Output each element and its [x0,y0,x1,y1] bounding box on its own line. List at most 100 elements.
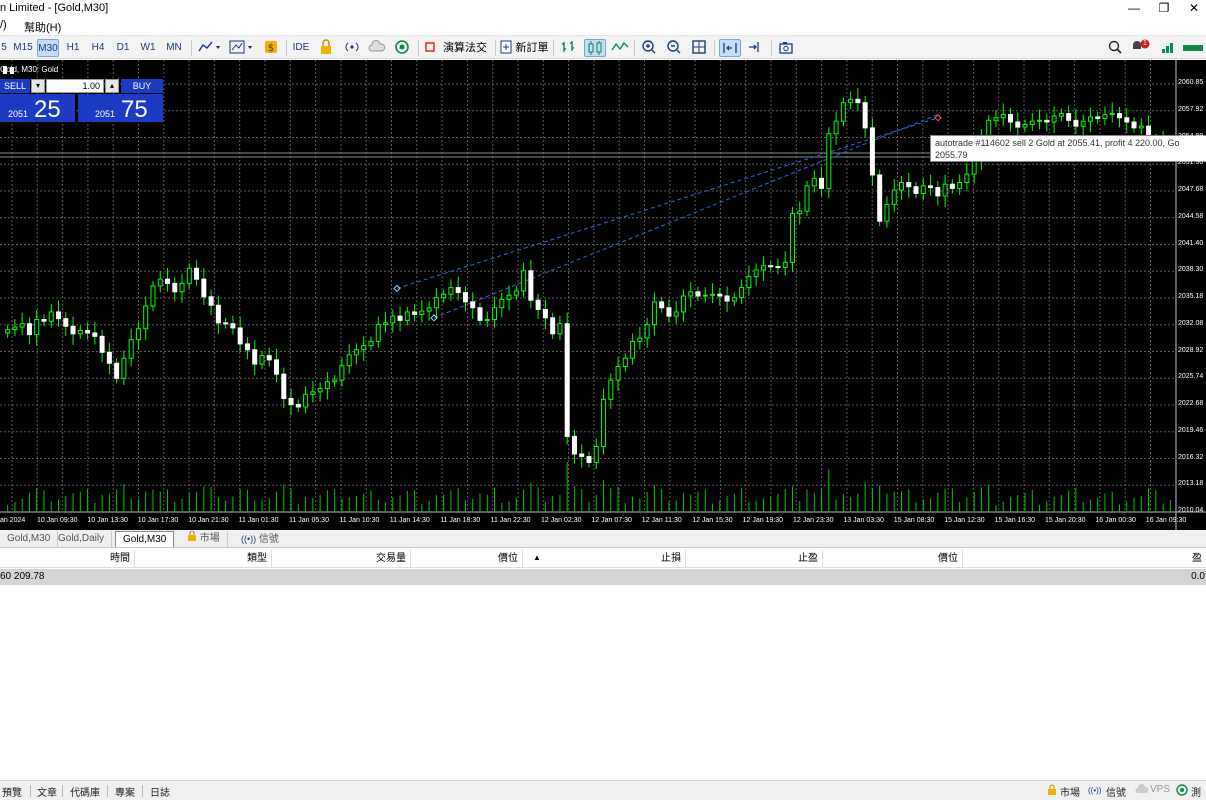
algo-trading-button[interactable]: 演算法交易 [439,39,491,72]
candle-body [252,349,258,365]
candle-body [826,133,832,189]
candle-body [106,351,112,364]
lock-icon[interactable] [318,39,334,57]
lot-decrease-icon[interactable]: ▾ [31,79,45,93]
zoom-in-icon[interactable] [640,39,658,57]
dollar-icon[interactable]: $ [262,39,280,57]
price-chart[interactable]: Gold, M30: Gold SELL ▾ 1.00 ▴ BUY 2051 2… [0,60,1206,530]
tab-signals[interactable]: ((•)) 信號 [234,531,286,547]
candle-body [717,293,723,297]
buy-price-box[interactable]: 2051 75 [78,94,163,123]
candle-body [666,307,672,317]
column-price[interactable]: 價位 [411,550,523,568]
column-type[interactable]: 類型 [135,550,272,568]
sell-price-prefix: 2051 [8,109,29,119]
candle-body [724,295,730,302]
column-time[interactable]: 時間 [0,550,135,568]
timeframe-d1[interactable]: D1 [114,39,132,57]
time-axis-label: 12 Jan 07:30 [591,517,632,524]
timeframe-w1[interactable]: W1 [139,39,157,57]
zoom-out-icon[interactable] [665,39,683,57]
tab-market[interactable]: 市場 [180,530,228,547]
status-market[interactable]: 市場 [1060,784,1080,799]
menu-item-help[interactable]: 幫助(H) [24,19,61,35]
timeframe-m15[interactable]: M15 [12,39,34,57]
price-axis-label: 2032.08 [1178,319,1204,327]
candle-body [710,293,716,296]
candle-body [303,393,309,408]
status-market-icon [1047,784,1057,798]
candlestick-icon[interactable] [584,39,606,57]
candle-body [1087,116,1093,122]
time-axis-label: 12 Jan 11:30 [641,517,682,524]
candle-body [550,317,556,335]
new-order-button[interactable]: 新訂單 [515,39,549,57]
candle-body [332,379,338,383]
status-separator [107,785,108,797]
candle-body [811,177,817,187]
column-volume[interactable]: 交易量 [272,550,411,568]
tab-gold-daily[interactable]: Gold,Daily [51,531,113,547]
auto-scroll-icon[interactable] [719,39,741,57]
screenshot-icon[interactable] [777,39,795,57]
candle-body [135,328,141,341]
candle-body [1022,124,1028,128]
time-axis-label: 15 Jan 12:30 [944,517,985,524]
cloud-icon[interactable] [367,39,387,57]
tab-gold-m30-active[interactable]: Gold,M30 [115,531,175,547]
status-tab-journal[interactable]: 日誌 [150,784,170,799]
line-chart-icon[interactable] [610,39,630,57]
timeframe-h1[interactable]: H1 [64,39,82,57]
time-axis-label: 16 Jan 00:30 [1095,517,1136,524]
status-vps[interactable]: VPS [1150,784,1170,795]
candle-body [695,291,701,297]
new-order-icon[interactable] [499,39,513,57]
time-axis-label: 15 Jan 08:30 [893,517,935,524]
candle-body [433,297,439,309]
sell-price-box[interactable]: 2051 25 [0,94,75,123]
indicators-icon[interactable] [228,39,256,57]
status-tab-articles[interactable]: 文章 [37,784,57,799]
status-signals[interactable]: 信號 [1106,784,1126,799]
candlestick-chart-svg [0,60,1206,530]
chart-type-icon[interactable] [197,39,223,57]
candle-body [397,315,403,321]
chart-shift-icon[interactable] [745,39,765,57]
tile-windows-icon[interactable] [690,39,708,57]
status-tab-projects[interactable]: 專案 [115,784,135,799]
account-level-icon[interactable] [1160,39,1176,57]
column-stop-loss[interactable]: 止損 [549,550,686,568]
ide-button[interactable]: IDE [292,39,310,57]
search-icon[interactable] [1106,39,1124,57]
price-axis-label: 2041.40 [1178,239,1204,247]
status-tab-codebase[interactable]: 代碼庫 [70,784,100,799]
bar-chart-icon[interactable] [559,39,579,57]
timeframe-m30[interactable]: M30 [37,39,59,57]
algo-trading-icon[interactable] [424,39,436,57]
table-row[interactable]: 60 209.78 0.0 [0,569,1206,585]
row-balance: 60 209.78 [0,571,45,582]
column-profit[interactable]: 盈 [963,550,1206,568]
close-button[interactable]: ✕ [1171,0,1206,18]
candle-body [608,379,614,400]
timeframe-h4[interactable]: H4 [89,39,107,57]
status-tab-preview[interactable]: 預覽 [2,784,22,799]
column-take-profit[interactable]: 止盈 [686,550,823,568]
candle-body [615,366,621,381]
timeframe-m5[interactable]: 5 [0,39,8,57]
lot-size-input[interactable]: 1.00 [46,79,104,93]
sell-button[interactable]: SELL [0,79,30,93]
market-watch-icon[interactable] [393,39,411,57]
price-axis-label: 2013.18 [1178,480,1204,488]
menu-item-view[interactable]: /) [0,19,7,31]
candle-body [557,323,563,335]
toolbar-separator [418,40,419,56]
candle-body [928,185,934,189]
lot-increase-icon[interactable]: ▴ [105,79,119,93]
column-current-price[interactable]: 價位 [823,550,963,568]
timeframe-mn[interactable]: MN [163,39,185,57]
signal-icon[interactable] [343,39,361,57]
status-tester[interactable]: 測 [1191,784,1201,799]
buy-button[interactable]: BUY [121,79,163,93]
tab-gold-m30-first[interactable]: Gold,M30 [0,531,59,547]
